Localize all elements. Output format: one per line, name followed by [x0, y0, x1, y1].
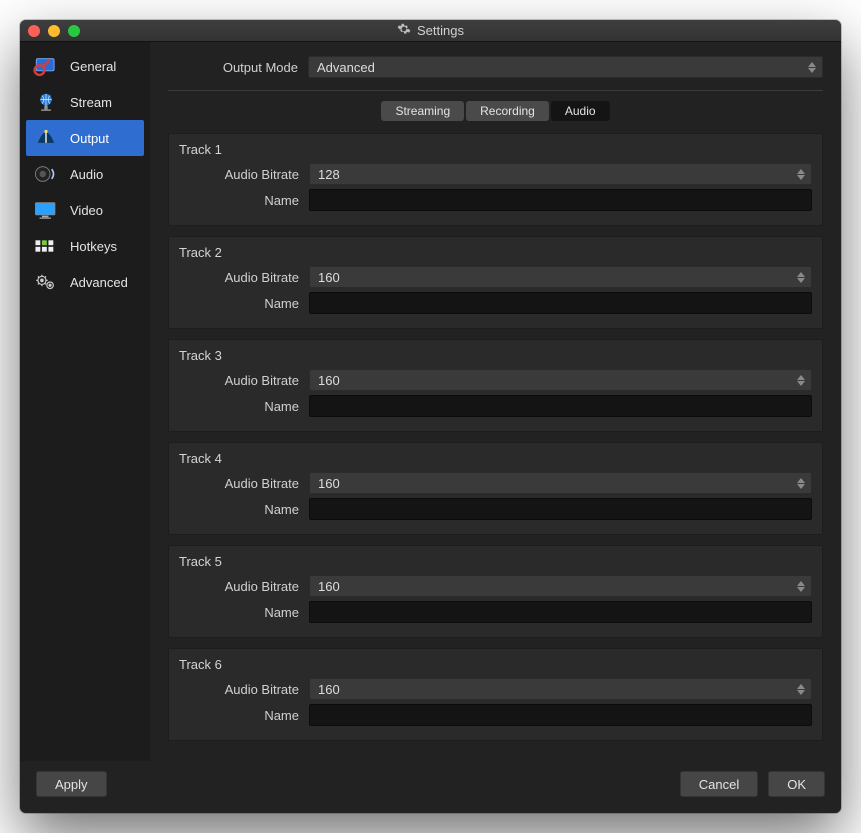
dialog-footer: Apply Cancel OK [20, 761, 841, 813]
globe-icon [32, 90, 60, 114]
sidebar-item-label: Stream [70, 95, 112, 110]
audio-bitrate-value: 160 [318, 579, 340, 594]
track-name-input[interactable] [309, 601, 812, 623]
track-title: Track 4 [179, 451, 812, 466]
audio-bitrate-select[interactable]: 128 [309, 163, 812, 185]
stepper-icon [794, 166, 808, 182]
audio-bitrate-select[interactable]: 160 [309, 472, 812, 494]
settings-sidebar: General Stream Output Audio [20, 42, 150, 761]
sidebar-item-label: Advanced [70, 275, 128, 290]
sidebar-item-hotkeys[interactable]: Hotkeys [26, 228, 144, 264]
output-mode-label: Output Mode [168, 60, 308, 75]
audio-bitrate-label: Audio Bitrate [179, 682, 309, 697]
audio-bitrate-label: Audio Bitrate [179, 579, 309, 594]
sidebar-item-label: Hotkeys [70, 239, 117, 254]
wrench-icon [32, 54, 60, 78]
name-label: Name [179, 296, 309, 311]
ok-button[interactable]: OK [768, 771, 825, 797]
name-label: Name [179, 502, 309, 517]
settings-main-panel: Output Mode Advanced Streaming Recording… [150, 42, 841, 761]
minimize-window-button[interactable] [48, 25, 60, 37]
track-group: Track 5 Audio Bitrate 160 Name [168, 545, 823, 638]
audio-bitrate-value: 160 [318, 270, 340, 285]
settings-window: Settings General Stream Output [20, 20, 841, 813]
stepper-icon [794, 578, 808, 594]
sidebar-item-label: General [70, 59, 116, 74]
sidebar-item-output[interactable]: Output [26, 120, 144, 156]
track-group: Track 4 Audio Bitrate 160 Name [168, 442, 823, 535]
stepper-icon [794, 475, 808, 491]
audio-bitrate-value: 160 [318, 476, 340, 491]
output-mode-select[interactable]: Advanced [308, 56, 823, 78]
output-tabs: Streaming Recording Audio [168, 101, 823, 121]
track-name-input[interactable] [309, 395, 812, 417]
track-title: Track 5 [179, 554, 812, 569]
track-title: Track 1 [179, 142, 812, 157]
track-name-input[interactable] [309, 292, 812, 314]
audio-bitrate-label: Audio Bitrate [179, 373, 309, 388]
tab-audio[interactable]: Audio [551, 101, 610, 121]
name-label: Name [179, 708, 309, 723]
apply-button[interactable]: Apply [36, 771, 107, 797]
track-group: Track 1 Audio Bitrate 128 Name [168, 133, 823, 226]
output-mode-value: Advanced [317, 60, 375, 75]
tab-recording[interactable]: Recording [466, 101, 549, 121]
track-group: Track 3 Audio Bitrate 160 Name [168, 339, 823, 432]
track-title: Track 2 [179, 245, 812, 260]
audio-bitrate-value: 160 [318, 682, 340, 697]
stepper-icon [805, 59, 819, 75]
sidebar-item-general[interactable]: General [26, 48, 144, 84]
cancel-button[interactable]: Cancel [680, 771, 758, 797]
sidebar-item-label: Audio [70, 167, 103, 182]
titlebar: Settings [20, 20, 841, 42]
stepper-icon [794, 372, 808, 388]
sidebar-item-advanced[interactable]: Advanced [26, 264, 144, 300]
audio-bitrate-select[interactable]: 160 [309, 678, 812, 700]
zoom-window-button[interactable] [68, 25, 80, 37]
audio-bitrate-label: Audio Bitrate [179, 476, 309, 491]
audio-bitrate-label: Audio Bitrate [179, 270, 309, 285]
keyboard-icon [32, 234, 60, 258]
settings-gear-icon [397, 22, 411, 39]
audio-bitrate-value: 160 [318, 373, 340, 388]
track-name-input[interactable] [309, 189, 812, 211]
audio-bitrate-select[interactable]: 160 [309, 266, 812, 288]
name-label: Name [179, 399, 309, 414]
track-group: Track 6 Audio Bitrate 160 Name [168, 648, 823, 741]
track-name-input[interactable] [309, 498, 812, 520]
antenna-icon [32, 126, 60, 150]
audio-bitrate-value: 128 [318, 167, 340, 182]
stepper-icon [794, 681, 808, 697]
gears-icon [32, 270, 60, 294]
audio-bitrate-label: Audio Bitrate [179, 167, 309, 182]
track-name-input[interactable] [309, 704, 812, 726]
name-label: Name [179, 605, 309, 620]
name-label: Name [179, 193, 309, 208]
sidebar-item-label: Video [70, 203, 103, 218]
track-title: Track 3 [179, 348, 812, 363]
track-title: Track 6 [179, 657, 812, 672]
sidebar-item-label: Output [70, 131, 109, 146]
track-group: Track 2 Audio Bitrate 160 Name [168, 236, 823, 329]
window-title: Settings [417, 23, 464, 38]
separator [168, 90, 823, 91]
audio-bitrate-select[interactable]: 160 [309, 575, 812, 597]
speaker-icon [32, 162, 60, 186]
monitor-icon [32, 198, 60, 222]
window-controls [28, 25, 80, 37]
sidebar-item-video[interactable]: Video [26, 192, 144, 228]
stepper-icon [794, 269, 808, 285]
sidebar-item-stream[interactable]: Stream [26, 84, 144, 120]
close-window-button[interactable] [28, 25, 40, 37]
tab-streaming[interactable]: Streaming [381, 101, 464, 121]
sidebar-item-audio[interactable]: Audio [26, 156, 144, 192]
audio-bitrate-select[interactable]: 160 [309, 369, 812, 391]
